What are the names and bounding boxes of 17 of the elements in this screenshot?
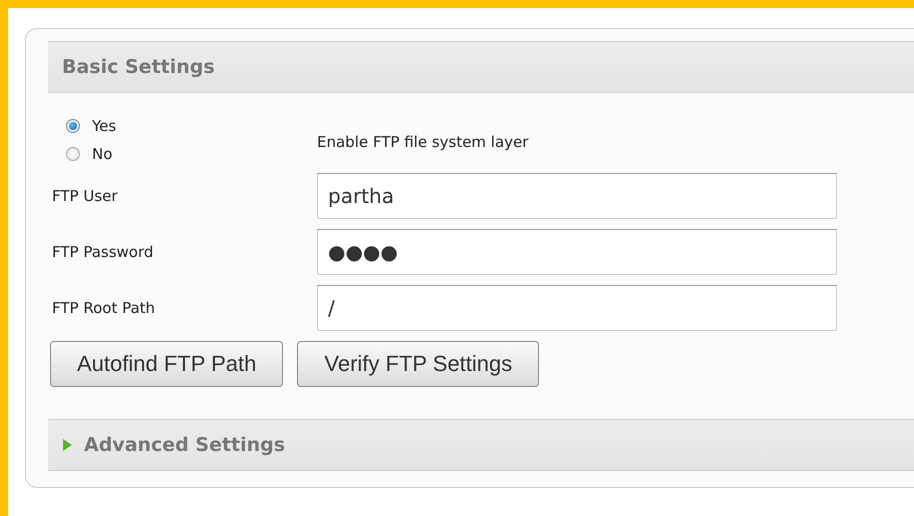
field-label: FTP Root Path <box>52 299 156 317</box>
radio-button[interactable] <box>66 119 80 133</box>
field-label: FTP Password <box>52 243 154 261</box>
section-title: Basic Settings <box>62 56 215 78</box>
section-title[interactable]: Advanced Settings <box>84 434 286 456</box>
section-header[interactable]: Advanced Settings <box>48 419 914 471</box>
radio-label[interactable]: Yes <box>92 117 116 135</box>
input-field[interactable]: / <box>317 285 837 331</box>
triangle-right-icon[interactable] <box>62 439 72 451</box>
input-field[interactable]: partha <box>317 173 837 219</box>
input-field[interactable]: ●●●● <box>317 229 837 275</box>
action-button[interactable]: Verify FTP Settings <box>297 341 540 387</box>
action-button[interactable]: Autofind FTP Path <box>50 341 284 387</box>
radio-button[interactable] <box>66 147 80 161</box>
setting-description: Enable FTP file system layer <box>317 132 530 151</box>
field-label: FTP User <box>52 187 119 205</box>
radio-label[interactable]: No <box>92 145 112 163</box>
